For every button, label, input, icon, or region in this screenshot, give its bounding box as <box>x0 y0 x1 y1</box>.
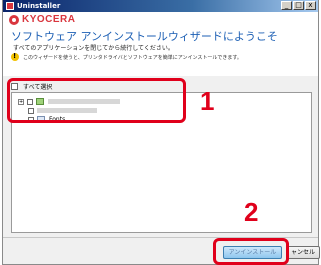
kyocera-logo-icon <box>9 14 19 25</box>
cancel-button[interactable]: ャンセル <box>286 246 320 259</box>
annotation-step-2: 2 <box>244 197 259 227</box>
warning-row: このウィザードを使うと、プリンタドライバとソフトウェアを簡単にアンインストールで… <box>11 52 242 61</box>
brand-name: KYOCERA <box>22 14 76 25</box>
close-button[interactable]: x <box>305 1 316 10</box>
minimize-button[interactable]: _ <box>281 1 292 10</box>
window-title: Uninstaller <box>17 2 61 10</box>
annotation-step-1: 1 <box>200 86 215 116</box>
annotation-highlight-list <box>7 78 186 123</box>
instruction-text: すべてのアプリケーションを閉じてから続行してください。 <box>13 45 174 52</box>
wizard-heading: ソフトウェア アンインストールウィザードにようこそ <box>11 30 278 43</box>
brand-logo: KYOCERA <box>9 14 76 25</box>
annotation-highlight-uninstall <box>213 238 289 265</box>
uninstaller-window: Uninstaller _ □ x KYOCERA ソフトウェア アンインストー… <box>2 0 320 265</box>
maximize-button[interactable]: □ <box>293 1 304 10</box>
app-icon <box>6 2 14 10</box>
title-bar[interactable]: Uninstaller _ □ x <box>3 0 318 12</box>
warning-icon <box>11 52 19 61</box>
warning-text: このウィザードを使うと、プリンタドライバとソフトウェアを簡単にアンインストールで… <box>23 54 242 61</box>
window-controls: _ □ x <box>281 1 316 10</box>
wizard-header: KYOCERA ソフトウェア アンインストールウィザードにようこそ すべてのアプ… <box>3 12 318 76</box>
